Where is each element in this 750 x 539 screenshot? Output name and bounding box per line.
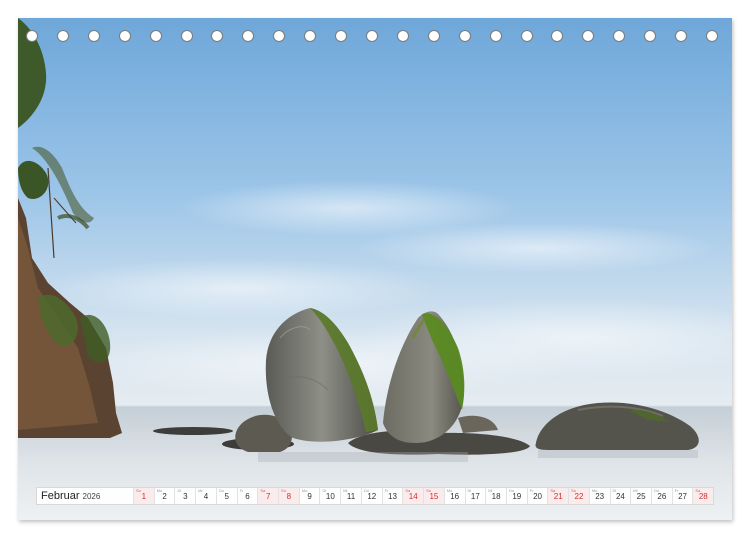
calendar-day: Mi 4 xyxy=(195,488,216,504)
binding-hole xyxy=(26,30,38,42)
month-name: Februar xyxy=(41,490,80,502)
day-number: 21 xyxy=(553,492,563,501)
year-label: 2026 xyxy=(82,492,101,501)
calendar-day: So 22 xyxy=(568,488,589,504)
day-number: 24 xyxy=(615,492,625,501)
day-number: 16 xyxy=(450,492,460,501)
calendar-day: Fr 27 xyxy=(671,488,693,504)
day-number: 4 xyxy=(203,492,209,501)
calendar-day: Di 24 xyxy=(609,488,631,504)
binding-hole xyxy=(458,30,471,42)
day-number: 25 xyxy=(636,492,646,501)
calendar-day: Fr 6 xyxy=(236,488,258,504)
binding-hole xyxy=(335,30,348,42)
binding-hole xyxy=(273,30,286,42)
calendar-day: Do 12 xyxy=(360,488,382,504)
binding-hole xyxy=(366,30,378,42)
day-number: 22 xyxy=(574,492,584,501)
calendar-day: Di 3 xyxy=(174,488,195,504)
binding-hole xyxy=(613,30,626,42)
calendar-day: Mi 25 xyxy=(630,488,651,504)
day-number: 28 xyxy=(698,492,708,501)
day-number: 10 xyxy=(325,492,335,501)
day-number: 8 xyxy=(286,492,292,501)
calendar-day: So 15 xyxy=(423,488,444,504)
day-number: 14 xyxy=(408,492,418,501)
day-number: 23 xyxy=(595,492,605,501)
calendar-day: Di 10 xyxy=(319,488,340,504)
binding-hole xyxy=(520,30,533,42)
binding-hole xyxy=(118,30,131,42)
calendar-day: Fr 13 xyxy=(381,488,403,504)
binding-hole xyxy=(427,30,440,42)
binding-hole xyxy=(582,30,595,42)
day-number: 26 xyxy=(657,492,667,501)
binding-hole xyxy=(706,30,718,42)
binding-hole xyxy=(56,30,69,42)
day-number: 19 xyxy=(512,492,522,501)
calendar-sheet: Februar 2026 So 1 Mo 2 Di 3 Mi 4 Do 5 Fr 6 Sa 7 So 8 Mo 9 D… xyxy=(18,18,732,520)
day-row: So 1 Mo 2 Di 3 Mi 4 Do 5 Fr 6 Sa 7 So 8 Mo 9 Di 10 Mi 11 Do 12 F… xyxy=(133,488,714,504)
day-number: 15 xyxy=(429,492,439,501)
calendar-day: So 1 xyxy=(133,488,154,504)
calendar-day: Mo 23 xyxy=(588,488,610,504)
calendar-day: Do 19 xyxy=(505,488,527,504)
day-number: 5 xyxy=(224,492,229,501)
calendar-day: Do 5 xyxy=(215,488,237,504)
binding-hole xyxy=(675,30,688,42)
binding-hole xyxy=(489,30,502,42)
day-number: 20 xyxy=(533,492,542,501)
day-number: 12 xyxy=(367,492,377,501)
calendar-day: Sa 28 xyxy=(692,488,714,504)
calendar-day: Mi 11 xyxy=(340,488,361,504)
day-number: 18 xyxy=(491,492,501,501)
binding-holes xyxy=(18,30,732,50)
calendar-day: Mi 18 xyxy=(485,488,506,504)
calendar-day: Do 26 xyxy=(650,488,672,504)
calendar-day: Mo 2 xyxy=(153,488,175,504)
binding-hole xyxy=(551,30,564,42)
calendar-day: So 8 xyxy=(278,488,299,504)
photo-split-apple-rock xyxy=(18,18,732,520)
calendar-day: Mo 16 xyxy=(443,488,465,504)
binding-hole xyxy=(242,30,255,42)
calendar-day: Fr 20 xyxy=(526,488,548,504)
day-number: 9 xyxy=(307,492,312,501)
calendar-day: Sa 14 xyxy=(402,488,424,504)
calendar-day: Di 17 xyxy=(464,488,486,504)
binding-hole xyxy=(149,30,162,42)
binding-hole xyxy=(180,30,193,42)
day-number: 17 xyxy=(470,492,480,501)
month-label: Februar 2026 xyxy=(41,490,100,502)
day-number: 7 xyxy=(265,492,271,501)
calendar-day: Mo 9 xyxy=(298,488,320,504)
calendar-day: Sa 7 xyxy=(257,488,279,504)
day-number: 13 xyxy=(388,492,397,501)
day-number: 3 xyxy=(183,492,188,501)
day-number: 11 xyxy=(346,492,356,501)
day-number: 2 xyxy=(162,492,167,501)
calendar-day: Sa 21 xyxy=(547,488,569,504)
distant-rock xyxy=(153,427,233,435)
binding-hole xyxy=(211,30,224,42)
binding-hole xyxy=(304,30,317,42)
calendar-page: Februar 2026 So 1 Mo 2 Di 3 Mi 4 Do 5 Fr 6 Sa 7 So 8 Mo 9 D… xyxy=(0,0,750,539)
day-number: 1 xyxy=(141,492,147,501)
binding-hole xyxy=(644,30,657,42)
binding-hole xyxy=(396,30,409,42)
binding-hole xyxy=(87,30,100,42)
day-number: 27 xyxy=(678,492,687,501)
day-number: 6 xyxy=(245,492,250,501)
calendar-strip: Februar 2026 So 1 Mo 2 Di 3 Mi 4 Do 5 Fr 6 Sa 7 So 8 Mo 9 D… xyxy=(36,487,714,505)
